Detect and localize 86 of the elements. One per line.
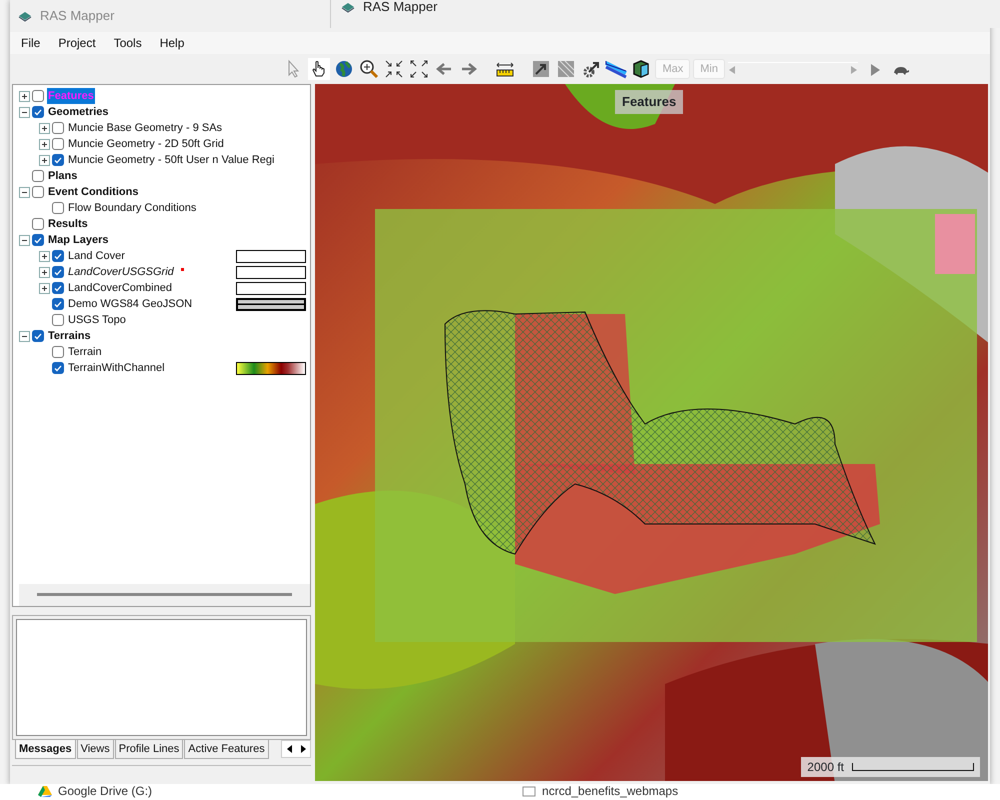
layer-label[interactable]: Flow Boundary Conditions [67,200,198,216]
menu-item[interactable]: File [12,32,50,54]
terrain-map-drawing[interactable] [315,84,988,781]
drive-icon [38,785,52,797]
checkbox[interactable] [52,362,64,374]
checkbox[interactable] [52,250,64,262]
layer-label[interactable]: Plans [47,168,78,184]
layer-label[interactable]: USGS Topo [67,312,127,328]
menu-item[interactable]: Help [150,32,194,54]
zoom-icon [358,58,380,80]
tool-button[interactable] [383,58,406,80]
tool-button[interactable] [358,58,380,80]
taskbar-label[interactable]: Google Drive (G:) [58,784,152,798]
menu-item[interactable]: Tools [104,32,151,54]
layer-label[interactable]: Terrain [67,344,103,360]
tool-button[interactable] [308,58,330,80]
legend-swatch[interactable] [236,282,306,294]
scrollbar-thumb[interactable] [37,593,292,596]
shrink-icon [383,58,406,80]
layer-label[interactable]: Map Layers [47,232,110,248]
expand-icon[interactable] [39,138,50,150]
layer-label[interactable]: Geometries [47,104,110,120]
tab[interactable]: Active Features [184,740,269,760]
checkbox[interactable] [52,314,64,326]
map-title: Features [615,90,684,114]
layer-label[interactable]: Muncie Geometry - 2D 50ft Grid [67,136,225,152]
layer-label[interactable]: LandCoverCombined [67,280,173,296]
layer-label[interactable]: Terrains [47,328,92,344]
checkbox[interactable] [32,234,44,246]
expand-icon[interactable] [19,90,30,102]
play-icon[interactable] [869,62,881,77]
color-ramp[interactable] [236,362,306,374]
collapse-icon[interactable] [19,106,30,118]
expand-icon[interactable] [39,282,50,294]
expand-icon [408,58,430,80]
checkbox[interactable] [32,170,44,182]
legend-swatch[interactable] [236,266,306,278]
right-triangle-icon [300,744,306,753]
checkbox[interactable] [32,330,44,342]
tool-button[interactable] [408,58,430,80]
checkbox[interactable] [52,122,64,134]
checkbox[interactable] [52,266,64,278]
collapse-icon[interactable] [19,234,30,246]
tool-button[interactable] [605,58,628,80]
expand-icon[interactable] [39,250,50,262]
layer-label[interactable]: Demo WGS84 GeoJSON [67,296,194,312]
checkbox[interactable] [52,138,64,150]
checkbox[interactable] [52,346,64,358]
window-title: RAS Mapper [40,7,114,26]
app-icon [18,10,32,22]
tab[interactable]: Messages [15,740,76,760]
stripe-icon [605,58,628,80]
layer-label[interactable]: TerrainWithChannel [67,360,166,376]
window-title: RAS Mapper [363,0,438,16]
checkbox[interactable] [52,282,64,294]
checkbox[interactable] [32,218,44,230]
scale-label: 2000 ft [807,759,844,776]
tab[interactable]: Views [76,740,114,760]
folder-icon [522,785,536,797]
collapse-icon[interactable] [19,330,30,342]
turtle-icon[interactable] [892,64,910,75]
scroll-right-button[interactable] [296,740,310,757]
taskbar-label[interactable]: ncrcd_benefits_webmaps [542,784,678,798]
app-icon [341,2,355,12]
layer-label[interactable]: Event Conditions [47,184,140,200]
checkbox[interactable] [52,154,64,166]
left-triangle-icon [286,744,292,753]
expand-icon[interactable] [39,154,50,166]
layer-label[interactable]: Muncie Geometry - 50ft User n Value Regi [67,152,276,168]
checkbox[interactable] [32,186,44,198]
checkbox[interactable] [32,106,44,118]
collapse-icon[interactable] [19,186,30,198]
menu-item[interactable]: Project [49,32,105,54]
checkbox[interactable] [32,90,44,102]
expand-icon[interactable] [39,266,50,278]
layer-label[interactable]: Results [47,216,89,232]
layer-label[interactable]: LandCoverUSGSGrid [67,264,175,280]
legend-swatch[interactable] [236,250,306,262]
layer-label[interactable]: Muncie Base Geometry - 9 SAs [67,120,224,136]
layer-label[interactable]: Land Cover [67,248,126,264]
tab[interactable]: Profile Lines [114,740,184,760]
checkbox[interactable] [52,298,64,310]
checkbox[interactable] [52,202,64,214]
scroll-left-button[interactable] [282,740,296,757]
legend-swatch[interactable] [236,298,306,310]
expand-icon[interactable] [39,122,50,134]
